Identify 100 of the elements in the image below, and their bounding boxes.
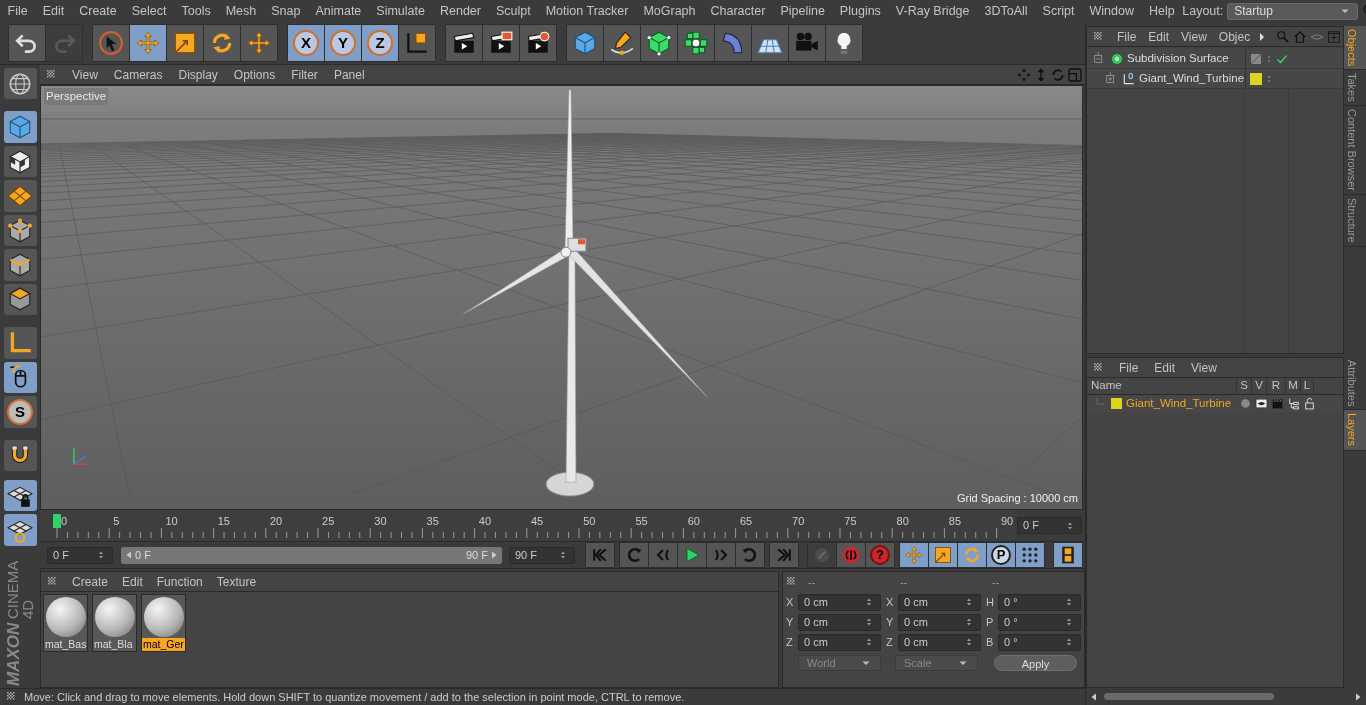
menu-item[interactable]: Render [432,1,489,21]
play-button[interactable] [678,543,706,567]
coordinate-field[interactable]: 0 cm [798,593,881,611]
menu-item[interactable]: Texture [209,572,264,591]
solo-button[interactable]: S [3,396,37,428]
menu-item[interactable]: Options [225,65,284,84]
menu-item[interactable]: Select [124,1,174,21]
polygons-mode-button[interactable] [3,283,37,316]
menu-item[interactable]: Character [703,1,773,21]
menu-item[interactable]: Simulate [368,1,433,21]
pen-tool-button[interactable] [604,25,640,61]
select-tool-button[interactable] [93,25,129,61]
coordinate-field[interactable]: 0 cm [798,613,881,631]
apply-button[interactable]: Apply [994,655,1077,671]
next-key-button[interactable] [736,543,764,567]
menu-item[interactable]: Panel [325,65,373,84]
menu-item[interactable]: Display [170,65,226,84]
end-frame-field[interactable]: 90 F [509,546,575,564]
render-view-button[interactable] [446,25,482,61]
menu-item[interactable]: Cameras [105,65,171,84]
side-tab[interactable]: Takes [1344,70,1366,107]
subdivision-button[interactable] [641,25,677,61]
menu-item[interactable]: Function [149,572,210,591]
record-point-button[interactable] [1016,543,1044,567]
layer-color-tag[interactable] [1250,72,1262,85]
coordinate-field[interactable]: 0 cm [898,633,981,651]
menu-item[interactable]: Tools [174,1,219,21]
axis-mode-button[interactable] [3,327,37,359]
menu-item[interactable]: Script [1035,1,1083,21]
side-tab[interactable]: Objects [1344,26,1366,71]
render-settings-button[interactable] [520,25,556,61]
current-frame-field[interactable]: 0 F [1017,517,1082,534]
scale-tool-button[interactable] [167,25,203,61]
3d-viewport[interactable]: Perspective Grid Spacing : 10000 cm [40,85,1083,510]
model-mode-button[interactable] [3,68,37,100]
snap-button[interactable] [3,439,37,471]
menu-item[interactable]: 3DToAll [977,1,1036,21]
cube-button[interactable] [567,25,603,61]
tweak-mode-button[interactable] [3,361,37,394]
points-mode-button[interactable] [3,214,37,247]
light-button[interactable] [826,25,862,61]
menu-item[interactable]: View [1183,358,1225,377]
menu-item[interactable]: Objec [1212,27,1257,46]
workplane-button[interactable] [3,180,37,212]
menu-item[interactable]: Create [71,1,125,21]
layer-color-swatch[interactable] [1111,398,1122,409]
coordinate-field[interactable]: 0 ° [998,613,1081,631]
side-tab[interactable]: Content Browser [1344,106,1366,195]
previous-frame-button[interactable] [649,543,677,567]
coordinate-system-button[interactable] [399,25,435,61]
menu-item[interactable]: Pipeline [772,1,833,21]
axis-lock-button[interactable]: Y [325,25,361,61]
menu-item[interactable]: Edit [35,1,72,21]
coordinate-field[interactable]: 0 cm [898,613,981,631]
autokey-button[interactable] [837,543,865,567]
planar-workplane-button[interactable] [3,514,37,546]
go-to-end-button[interactable] [770,543,798,567]
cloner-button[interactable] [678,25,714,61]
menu-item[interactable]: Mesh [218,1,264,21]
coordinate-field[interactable]: 0 cm [898,593,981,611]
start-frame-field[interactable]: 0 F [47,546,113,564]
horizontal-scrollbar[interactable] [1104,693,1274,700]
undo-button[interactable] [9,25,45,61]
previous-key-button[interactable] [620,543,648,567]
record-parameter-button[interactable]: P [987,543,1015,567]
menu-item[interactable]: Animate [307,1,369,21]
menu-item[interactable]: Help [1141,1,1183,21]
material-swatch[interactable]: mat_Bla [92,594,137,652]
menu-item[interactable]: MoGraph [635,1,703,21]
preview-range-slider[interactable]: 0 F 90 F [121,546,502,564]
menu-item[interactable]: File [0,1,36,21]
go-to-start-button[interactable] [586,543,614,567]
menu-item[interactable]: Create [65,572,116,591]
object-mode-button[interactable] [3,111,37,143]
side-tab[interactable]: Layers [1344,410,1366,451]
material-swatch[interactable]: mat_Ger [141,594,186,652]
next-frame-button[interactable] [707,543,735,567]
recent-tool-button[interactable] [241,25,277,61]
record-scale-button[interactable] [929,543,957,567]
menu-item[interactable]: File [1111,358,1147,377]
menu-item[interactable]: Filter [283,65,326,84]
menu-item[interactable]: Edit [1146,358,1184,377]
menu-item[interactable]: Plugins [832,1,889,21]
object-row[interactable]: Giant_Wind_Turbine [1087,69,1343,89]
menu-item[interactable]: Motion Tracker [538,1,636,21]
timeline-button[interactable] [1054,543,1082,567]
render-picture-button[interactable] [483,25,519,61]
playhead[interactable] [53,513,61,528]
menu-item[interactable]: File [1111,27,1143,46]
menu-item[interactable]: Edit [115,572,150,591]
texture-mode-button[interactable] [3,145,37,178]
coordinate-field[interactable]: 0 ° [998,593,1081,611]
side-tab[interactable]: Structure [1344,195,1366,247]
coordinate-field[interactable]: 0 ° [998,633,1081,651]
menu-item[interactable]: Edit [1142,27,1176,46]
menu-item[interactable]: Sculpt [488,1,539,21]
rotate-tool-button[interactable] [204,25,240,61]
menu-item[interactable]: Window [1082,1,1142,21]
menu-item[interactable]: Snap [263,1,308,21]
edges-mode-button[interactable] [3,249,37,281]
